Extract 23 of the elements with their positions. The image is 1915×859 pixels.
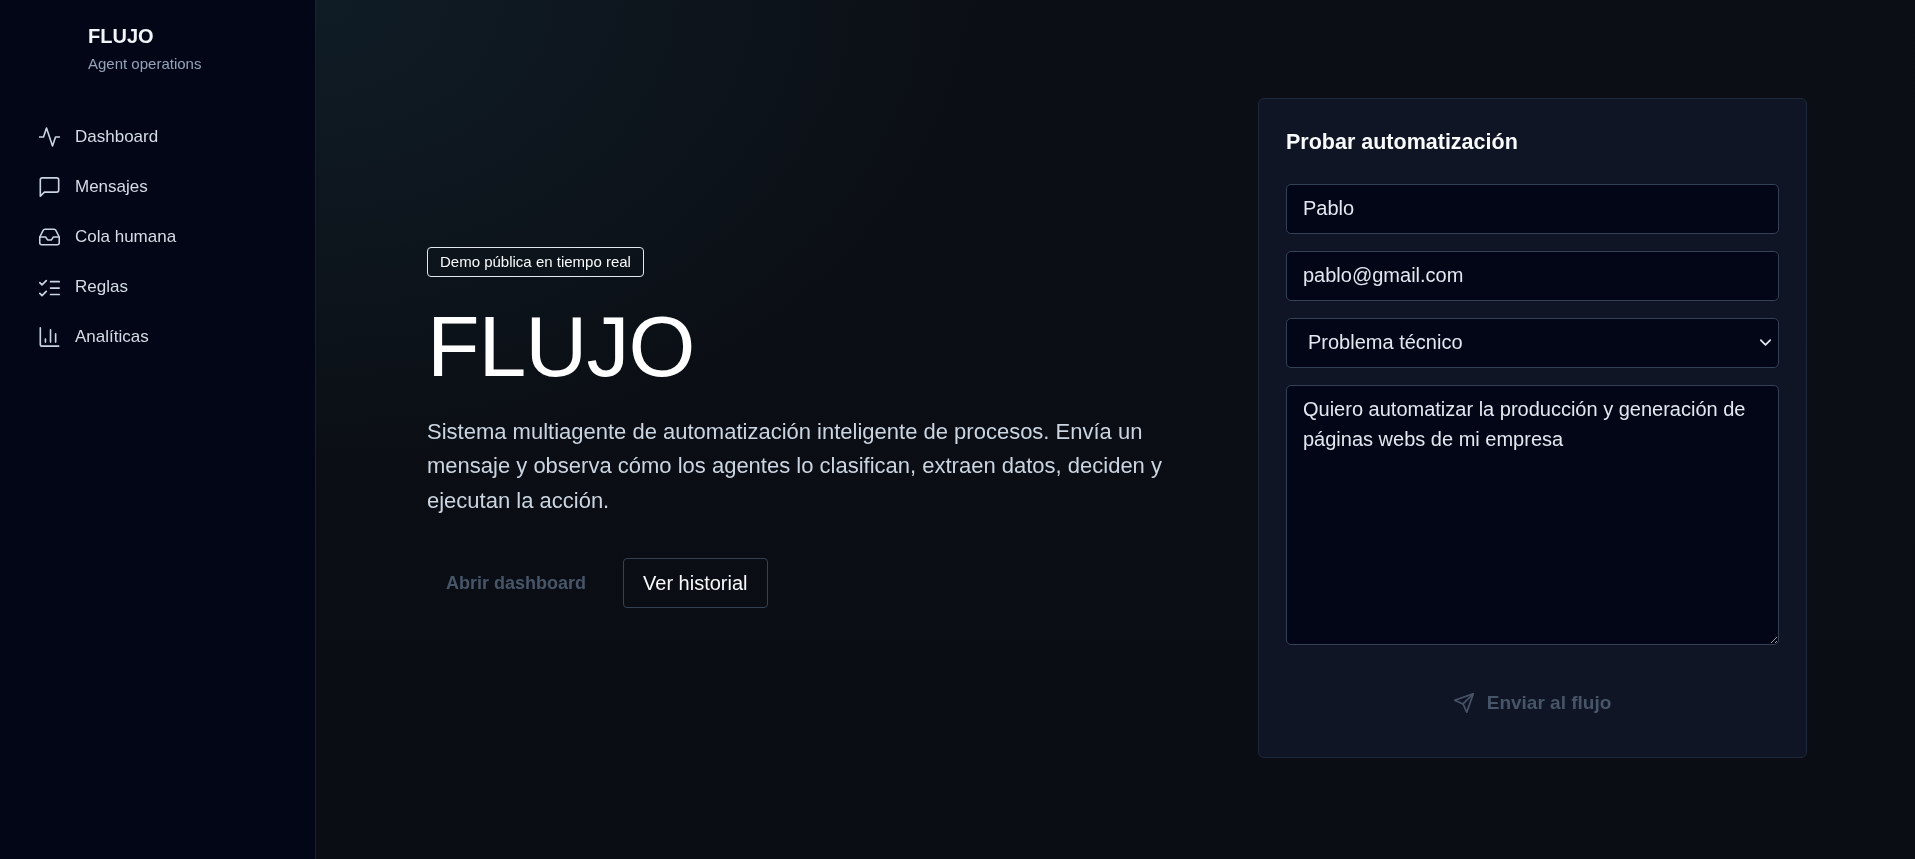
pulse-icon [39,127,60,147]
hero-title: FLUJO [427,296,695,396]
form-title: Probar automatización [1286,128,1519,156]
nav-item[interactable]: Analíticas [0,312,315,362]
inbox-tray-icon [39,227,60,247]
chat-bubble-icon [39,177,60,197]
category-dropdown[interactable]: Problema técnico [1286,317,1779,368]
outline-button[interactable]: Ver historial [623,558,768,609]
name-field[interactable]: Pablo [1286,183,1779,234]
brand-tagline: Agent operations [88,54,203,74]
nav-item[interactable]: Reglas [0,262,315,312]
nav-item[interactable]: Dashboard [0,112,315,162]
chevron-down-icon [1760,339,1771,346]
nav-item[interactable]: Cola humana [0,212,315,262]
brand-name: FLUJO [88,24,155,49]
paper-plane-icon [1453,692,1474,713]
message-field[interactable]: Quiero automatizar la producción y generación de páginas webs de mi empresa [1286,384,1779,645]
live-demo-badge: Demo pública en tiempo real [427,246,644,277]
nav-item[interactable]: Mensajes [0,162,315,212]
bar-chart-icon [39,327,60,347]
checklist-icon [39,277,60,297]
email-field[interactable]: pablo@gmail.com [1286,250,1779,301]
hero-description: Sistema multiagente de automatización inteligente de procesos. Envía un mensaje y observa cómo los agentes lo clasifican, extraen datos, deciden y ejecutan la acción. [427,417,1163,515]
